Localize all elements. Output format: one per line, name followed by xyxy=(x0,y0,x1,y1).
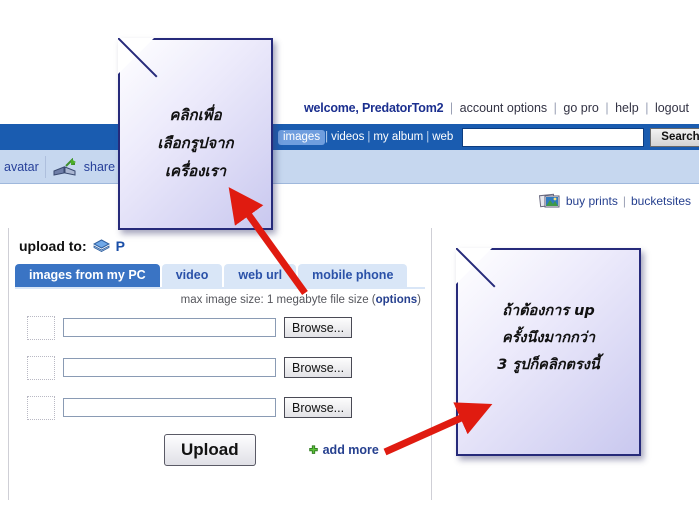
account-separator-4: | xyxy=(645,101,649,115)
sub-navigation-bar: avatar share xyxy=(0,150,699,184)
prints-separator: | xyxy=(622,193,626,208)
max-size-text: max image size: 1 megabyte file size ( xyxy=(180,294,376,306)
file-row: Browse... xyxy=(27,394,431,421)
green-plus-icon xyxy=(308,444,319,456)
note-two-line-2: ครั้งนึงมากกว่า xyxy=(501,329,596,346)
account-separator-3: | xyxy=(605,101,609,115)
thumbnail-placeholder xyxy=(27,395,55,420)
subnav-item-avatar[interactable]: avatar xyxy=(2,160,39,174)
note-one-line-3: เครื่องเรา xyxy=(164,161,227,180)
prints-row: buy prints | bucketsites xyxy=(538,192,691,209)
upload-panel: upload to: P images from my PC video web… xyxy=(8,228,432,500)
search-scope-my-album[interactable]: my album xyxy=(370,131,426,143)
upload-button[interactable]: Upload xyxy=(164,434,256,466)
bucketsites-link[interactable]: bucketsites xyxy=(631,194,691,208)
sticky-note-instruction-two: ถ้าต้องการ up ครั้งนึงมากกว่า 3 รูปก็คลิ… xyxy=(456,248,641,456)
file-path-input-2[interactable] xyxy=(63,358,276,377)
browse-button-3[interactable]: Browse... xyxy=(284,397,353,418)
upload-to-label: upload to: xyxy=(19,238,87,254)
search-zone: images | videos | my album | web Search xyxy=(278,124,699,150)
photos-icon xyxy=(538,192,561,209)
subnav-divider xyxy=(44,155,46,178)
add-more-link[interactable]: add more xyxy=(308,443,379,457)
buy-prints-link[interactable]: buy prints xyxy=(566,194,618,208)
actions-row: Upload add more xyxy=(9,434,431,466)
welcome-text: welcome, PredatorTom2 xyxy=(304,101,444,115)
navigation-bar: images | videos | my album | web Search xyxy=(0,124,699,150)
tab-video[interactable]: video xyxy=(161,264,223,287)
max-size-note: max image size: 1 megabyte file size (op… xyxy=(9,289,431,306)
tab-web-url[interactable]: web url xyxy=(224,264,297,287)
sticky-note-instruction-one: คลิกเพื่อ เลือกรูปจาก เครื่องเรา xyxy=(118,38,273,230)
thumbnail-placeholder xyxy=(27,315,55,340)
browse-button-1[interactable]: Browse... xyxy=(284,317,353,338)
search-scope-web[interactable]: web xyxy=(429,131,456,143)
file-path-input-1[interactable] xyxy=(63,318,276,337)
go-pro-link[interactable]: go pro xyxy=(563,101,598,115)
account-separator-2: | xyxy=(553,101,557,115)
account-bar: welcome, PredatorTom2 | account options … xyxy=(0,96,699,124)
file-row: Browse... xyxy=(27,354,431,381)
note-two-line-3: 3 รูปก็คลิกตรงนี้ xyxy=(497,356,600,373)
note-one-text: คลิกเพื่อ เลือกรูปจาก เครื่องเรา xyxy=(120,40,271,185)
add-more-label: add more xyxy=(322,443,379,457)
help-link[interactable]: help xyxy=(615,101,639,115)
search-input[interactable] xyxy=(462,127,645,147)
album-name: P xyxy=(115,238,125,254)
account-options-link[interactable]: account options xyxy=(460,101,548,115)
file-row: Browse... xyxy=(27,314,431,341)
tab-mobile-phone[interactable]: mobile phone xyxy=(298,264,408,287)
search-scope-videos[interactable]: videos xyxy=(328,131,367,143)
note-one-line-2: เลือกรูปจาก xyxy=(157,133,234,152)
tab-images-from-my-pc[interactable]: images from my PC xyxy=(15,264,160,287)
thumbnail-placeholder xyxy=(27,355,55,380)
subnav-item-share[interactable]: share xyxy=(84,160,115,174)
logout-link[interactable]: logout xyxy=(655,101,689,115)
note-one-line-1: คลิกเพื่อ xyxy=(169,106,222,124)
upload-source-tabs: images from my PC video web url mobile p… xyxy=(15,264,431,287)
file-path-input-3[interactable] xyxy=(63,398,276,417)
search-scope-images[interactable]: images xyxy=(278,129,326,145)
note-two-line-1: ถ้าต้องการ up xyxy=(502,303,595,319)
search-button[interactable]: Search xyxy=(650,127,699,147)
account-separator-1: | xyxy=(449,101,454,115)
upload-to-row: upload to: P xyxy=(9,228,431,254)
note-two-text: ถ้าต้องการ up ครั้งนึงมากกว่า 3 รูปก็คลิ… xyxy=(458,250,639,378)
album-disc-icon xyxy=(92,239,110,253)
file-rows: Browse... Browse... Browse... xyxy=(9,314,431,421)
options-link[interactable]: options xyxy=(376,294,418,306)
share-book-icon xyxy=(52,157,78,176)
max-size-text-end: ) xyxy=(417,294,421,306)
browse-button-2[interactable]: Browse... xyxy=(284,357,353,378)
